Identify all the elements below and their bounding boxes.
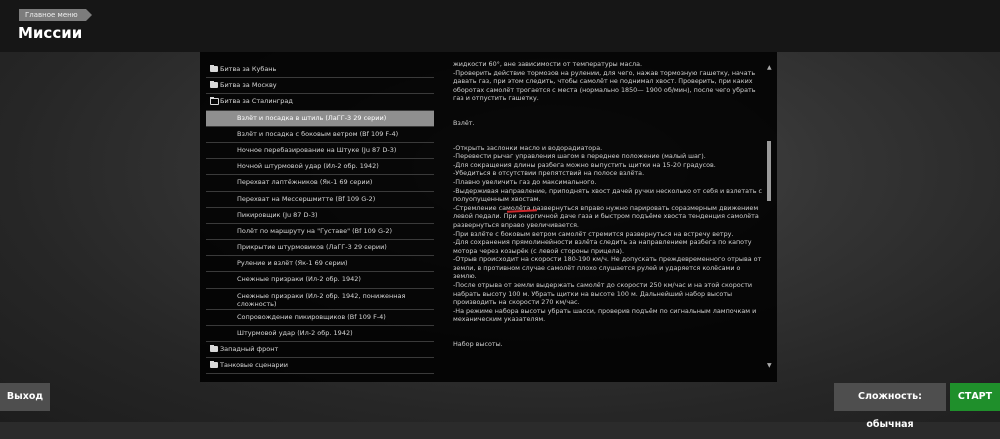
description-line: -Перевести рычаг управления шагом в пере… [453,152,706,161]
description-line: -Стремление самолёта развернуться вправо… [453,203,759,229]
tree-category-moscow[interactable]: Битва за Москву [206,78,434,95]
breadcrumb-main-menu[interactable]: Главное меню [19,9,92,21]
description-line: -Выдерживая направление, приподнять хвос… [453,186,763,204]
mission-item[interactable]: Перехват лаптёжников (Як-1 69 серии) [206,175,434,192]
mission-item[interactable]: Взлёт и посадка с боковым ветром (Bf 109… [206,127,434,143]
folder-icon [210,344,218,352]
mission-tree: Битва за Кубань Битва за Москву Битва за… [206,62,434,375]
description-line: жидкости 60°, вне зависимости от темпера… [453,60,643,68]
folder-icon [210,64,218,72]
tree-category-tank-scenarios[interactable]: Танковые сценарии [206,358,434,375]
description-line: -После отрыва от земли выдержать самолёт… [453,281,753,307]
mission-item[interactable]: Сопровождение пикировщиков (Bf 109 F-4) [206,310,434,326]
tree-category-label: Битва за Сталинград [220,97,293,106]
tree-category-western-front[interactable]: Западный фронт [206,342,434,359]
mission-item[interactable]: Полёт по маршруту на "Густаве" (Bf 109 G… [206,224,434,241]
scrollbar-thumb[interactable] [767,141,771,201]
scroll-down-icon[interactable]: ▼ [767,362,772,369]
description-line: -Отрыв происходит на скорости 180-190 км… [453,255,762,281]
page-title: Миссии [18,24,83,42]
mission-item[interactable]: Снежные призраки (Ил-2 обр. 1942) [206,272,434,289]
folder-icon [210,360,218,369]
description-line: -Убедиться в отсутствии препятствий на п… [453,169,645,178]
tree-category-stalingrad[interactable]: Битва за Сталинград [206,94,434,111]
mission-item-selected[interactable]: Взлёт и посадка в штиль (ЛаГГ-3 29 серии… [206,110,434,127]
header-bar: Главное меню Миссии [0,0,1000,52]
difficulty-button[interactable]: Сложность: обычная [834,383,946,430]
folder-icon [210,80,218,89]
mission-item[interactable]: Прикрытие штурмовиков (ЛаГГ-3 29 серии) [206,240,434,257]
description-line: -Плавно увеличить газ до максимального. [453,177,597,186]
start-button[interactable]: СТАРТ [950,383,1000,411]
folder-open-icon [210,96,219,106]
description-line: -На режиме набора высоты убрать шасси, п… [453,306,757,324]
tree-category-kuban[interactable]: Битва за Кубань [206,62,434,79]
mission-item[interactable]: Ночной штурмовой удар (Ил-2 обр. 1942) [206,159,434,176]
scroll-up-icon[interactable]: ▲ [767,64,772,71]
mission-item[interactable]: Ночное перебазирование на Штуке (Ju 87 D… [206,143,434,160]
description-line: -Для сокращения длины разбега можно выпу… [453,160,716,169]
tree-category-label: Танковые сценарии [220,361,288,370]
mission-item[interactable]: Снежные призраки (Ил-2 обр. 1942, пониже… [206,289,434,310]
tree-category-label: Битва за Кубань [220,65,277,73]
mission-item[interactable]: Руление и взлёт (Як-1 69 серии) [206,256,434,273]
mission-description: жидкости 60°, вне зависимости от темпера… [453,60,763,372]
mission-item[interactable]: Пикировщик (Ju 87 D-3) [206,208,434,224]
description-line: -Для сохранения прямолинейности взлёта с… [453,238,752,255]
description-heading: Набор высоты. [453,340,503,349]
exit-button[interactable]: Выход [0,383,50,411]
tree-category-label: Битва за Москву [220,81,277,90]
tree-category-label: Западный фронт [220,345,279,353]
description-line: -При взлёте с боковым ветром самолёт стр… [453,229,734,238]
mission-item[interactable]: Штурмовой удар (Ил-2 обр. 1942) [206,326,434,342]
description-heading: Взлёт. [453,118,475,127]
mission-item[interactable]: Перехват на Мессершмитте (Bf 109 G-2) [206,192,434,208]
description-line: -Проверить действие тормозов на рулении,… [453,68,756,103]
description-line: -Открыть заслонки масло и водорадиатора. [453,143,603,152]
